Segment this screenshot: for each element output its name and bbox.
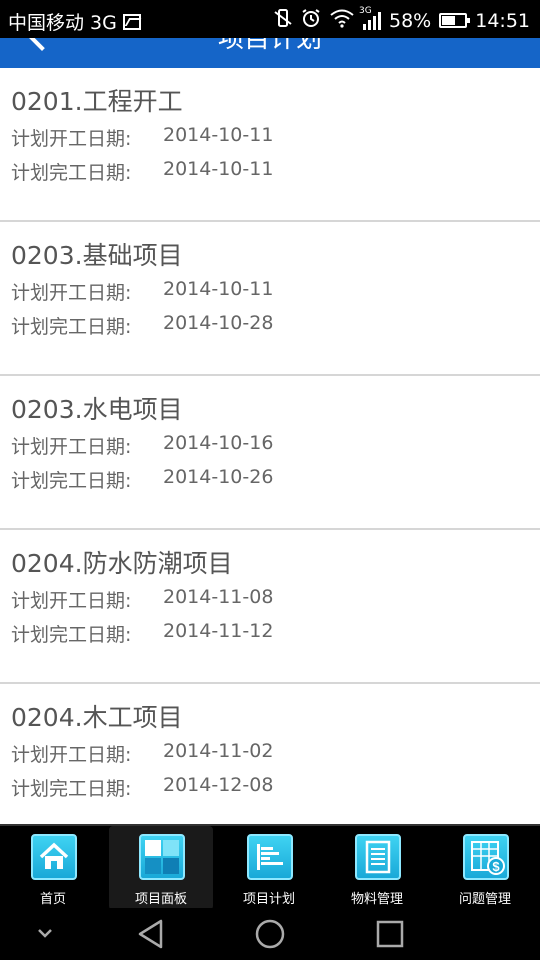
back-button[interactable] — [135, 908, 169, 960]
vibrate-icon — [273, 8, 293, 33]
planned-start-label: 计划开工日期: — [11, 436, 132, 458]
item-title: 0201.工程开工 — [11, 87, 183, 116]
planned-end-value: 2014-10-28 — [163, 312, 274, 334]
tab-label: 项目计划 — [242, 892, 295, 907]
system-nav-bar — [0, 908, 540, 960]
hide-nav-button[interactable] — [32, 908, 58, 960]
item-title: 0203.基础项目 — [11, 241, 183, 270]
planned-end-row: 计划完工日期: 2014-10-26 — [11, 466, 273, 493]
planned-end-label: 计划完工日期: — [11, 162, 132, 184]
recents-button[interactable] — [373, 908, 407, 960]
app-header: 项目计划 — [0, 38, 540, 68]
planned-start-row: 计划开工日期: 2014-11-08 — [11, 586, 273, 613]
planned-start-row: 计划开工日期: 2014-10-16 — [11, 432, 273, 459]
tab-issue-management[interactable]: $ 问题管理 — [433, 826, 537, 910]
document-icon — [355, 834, 401, 880]
square-recents-icon — [376, 920, 404, 948]
tab-label: 项目面板 — [134, 892, 187, 907]
planned-start-label: 计划开工日期: — [11, 590, 132, 612]
network-type-tag: 3G — [359, 5, 372, 16]
planned-start-row: 计划开工日期: 2014-10-11 — [11, 124, 273, 151]
planned-start-label: 计划开工日期: — [11, 282, 132, 304]
battery-icon — [439, 13, 471, 28]
tab-project-plan[interactable]: 项目计划 — [217, 826, 321, 910]
status-bar: 中国移动 3G 3G 58% 14:51 — [0, 0, 540, 38]
dollar-grid-icon: $ — [463, 834, 509, 880]
tab-label: 物料管理 — [350, 892, 403, 907]
bottom-tab-bar: 首页 项目面板 项目计划 物料管理 $ 问题管理 — [0, 824, 540, 910]
battery-percent: 58% — [389, 9, 432, 32]
planned-end-value: 2014-10-26 — [163, 466, 274, 488]
planned-start-value: 2014-11-02 — [163, 740, 274, 762]
project-plan-list[interactable]: 0201.工程开工 计划开工日期: 2014-10-11 计划完工日期: 2014-… — [0, 68, 540, 824]
home-button[interactable] — [253, 908, 287, 960]
list-item[interactable]: 0204.木工项目 计划开工日期: 2014-11-02 计划完工日期: 2014-… — [0, 684, 540, 824]
planned-end-label: 计划完工日期: — [11, 624, 132, 646]
planned-start-value: 2014-10-11 — [163, 278, 274, 300]
list-item[interactable]: 0204.防水防潮项目 计划开工日期: 2014-11-08 计划完工日期: 201… — [0, 530, 540, 684]
alarm-icon — [301, 8, 321, 33]
svg-text:$: $ — [492, 859, 500, 874]
item-title: 0204.木工项目 — [11, 703, 183, 732]
triangle-back-icon — [138, 919, 163, 949]
planned-end-row: 计划完工日期: 2014-10-28 — [11, 312, 273, 339]
clock-time: 14:51 — [475, 9, 530, 32]
tab-label: 首页 — [39, 892, 66, 907]
planned-start-label: 计划开工日期: — [11, 744, 132, 766]
tab-home[interactable]: 首页 — [1, 826, 105, 910]
planned-end-row: 计划完工日期: 2014-12-08 — [11, 774, 273, 801]
planned-start-label: 计划开工日期: — [11, 128, 132, 150]
dashboard-icon — [139, 834, 185, 880]
chevron-down-icon — [38, 929, 52, 938]
bar-list-icon — [247, 834, 293, 880]
planned-end-label: 计划完工日期: — [11, 778, 132, 800]
planned-end-value: 2014-11-12 — [163, 620, 274, 642]
tab-label: 问题管理 — [458, 892, 511, 907]
planned-start-value: 2014-10-16 — [163, 432, 274, 454]
tab-project-dashboard[interactable]: 项目面板 — [109, 826, 213, 910]
planned-start-row: 计划开工日期: 2014-11-02 — [11, 740, 273, 767]
planned-start-row: 计划开工日期: 2014-10-11 — [11, 278, 273, 305]
list-item[interactable]: 0203.基础项目 计划开工日期: 2014-10-11 计划完工日期: 2014-… — [0, 222, 540, 376]
item-title: 0204.防水防潮项目 — [11, 549, 233, 578]
wifi-icon — [329, 8, 355, 33]
planned-end-label: 计划完工日期: — [11, 316, 132, 338]
signal-strength-icon: 3G — [359, 6, 381, 30]
planned-end-row: 计划完工日期: 2014-10-11 — [11, 158, 273, 185]
planned-start-value: 2014-10-11 — [163, 124, 274, 146]
list-item[interactable]: 0201.工程开工 计划开工日期: 2014-10-11 计划完工日期: 2014-… — [0, 68, 540, 222]
circle-home-icon — [255, 919, 285, 949]
planned-end-row: 计划完工日期: 2014-11-12 — [11, 620, 273, 647]
home-icon — [31, 834, 77, 880]
list-item[interactable]: 0203.水电项目 计划开工日期: 2014-10-16 计划完工日期: 2014-… — [0, 376, 540, 530]
page-title: 项目计划 — [217, 38, 322, 54]
carrier-text: 中国移动 3G — [8, 12, 117, 34]
planned-end-label: 计划完工日期: — [11, 470, 132, 492]
image-notification-icon — [122, 13, 141, 30]
planned-end-value: 2014-10-11 — [163, 158, 274, 180]
planned-start-value: 2014-11-08 — [163, 586, 274, 608]
tab-material-management[interactable]: 物料管理 — [325, 826, 429, 910]
item-title: 0203.水电项目 — [11, 395, 183, 424]
planned-end-value: 2014-12-08 — [163, 774, 274, 796]
